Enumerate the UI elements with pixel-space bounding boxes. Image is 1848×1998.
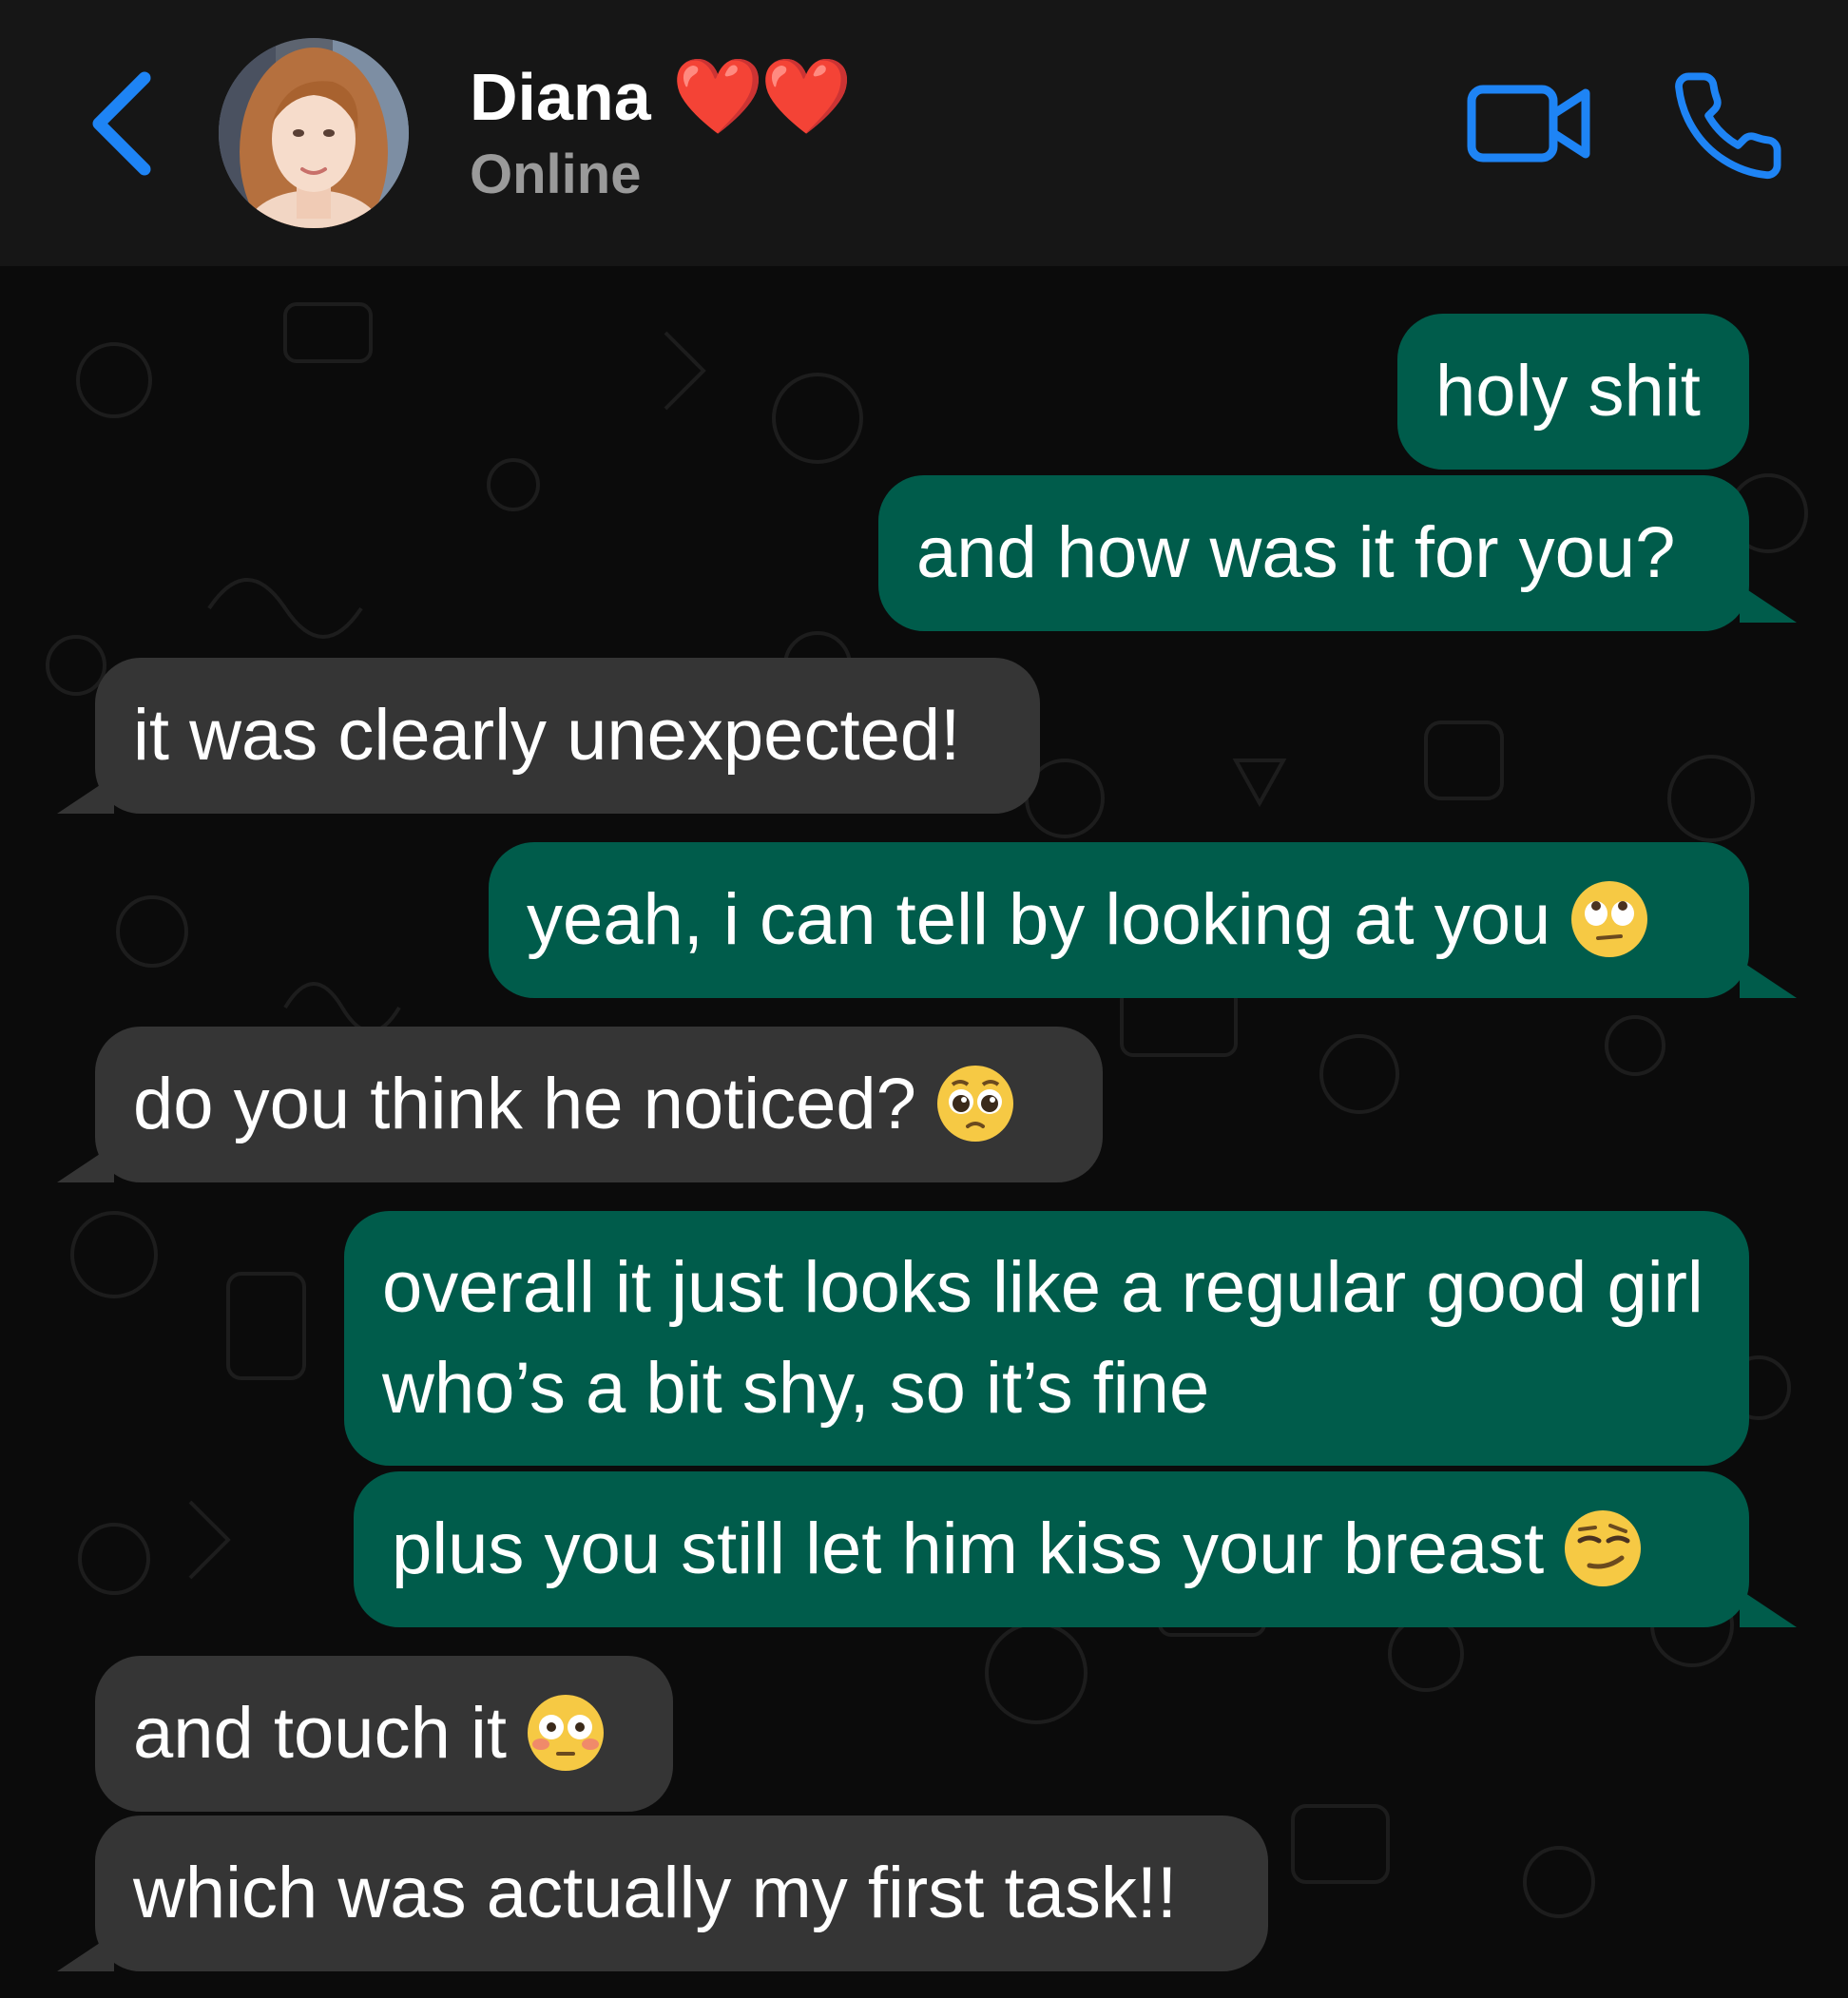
message-bubble-incoming[interactable]: which was actually my first task!!	[95, 1815, 1268, 1971]
message-text: yeah, i can tell by looking at you	[527, 879, 1551, 960]
flushed-face-icon	[524, 1691, 607, 1775]
face-with-rolling-eyes-icon	[1568, 877, 1651, 961]
avatar[interactable]	[219, 38, 409, 228]
message-bubble-outgoing[interactable]: plus you still let him kiss your breast	[354, 1471, 1749, 1627]
message-text: holy shit	[1435, 351, 1701, 432]
video-camera-icon	[1467, 85, 1590, 163]
message-text: plus you still let him kiss your breast	[392, 1508, 1545, 1589]
contact-status: Online	[470, 144, 642, 205]
phone-icon	[1675, 72, 1781, 180]
video-call-button[interactable]	[1464, 76, 1597, 171]
heart-emoji: ❤️❤️	[671, 54, 853, 140]
message-bubble-outgoing[interactable]: and how was it for you?	[878, 475, 1749, 631]
message-bubble-outgoing[interactable]: holy shit	[1397, 314, 1749, 470]
chevron-left-icon	[92, 71, 151, 176]
voice-call-button[interactable]	[1668, 67, 1787, 185]
bubble-tail	[57, 776, 114, 814]
smirking-face-icon	[1561, 1507, 1645, 1590]
message-bubble-outgoing[interactable]: overall it just looks like a regular goo…	[344, 1211, 1749, 1466]
chat-screen: Diana ❤️❤️ Online holy shit and how was …	[0, 0, 1848, 1998]
bubble-tail	[1740, 585, 1797, 623]
pleading-face-icon	[934, 1062, 1017, 1145]
bubble-tail	[1740, 1589, 1797, 1627]
message-text: overall it just looks like a regular goo…	[382, 1247, 1704, 1429]
contact-name: Diana	[470, 60, 651, 134]
message-text: and how was it for you?	[916, 512, 1676, 593]
message-text: do you think he noticed?	[133, 1064, 916, 1144]
message-text: and touch it	[133, 1693, 507, 1774]
message-bubble-incoming[interactable]: do you think he noticed?	[95, 1027, 1103, 1182]
bubble-tail	[1740, 960, 1797, 998]
message-bubble-outgoing[interactable]: yeah, i can tell by looking at you	[489, 842, 1749, 998]
bubble-tail	[57, 1933, 114, 1971]
contact-photo	[219, 38, 409, 228]
chat-header: Diana ❤️❤️ Online	[0, 0, 1848, 266]
message-text: it was clearly unexpected!	[133, 695, 961, 776]
message-bubble-incoming[interactable]: and touch it	[95, 1656, 673, 1812]
message-bubble-incoming[interactable]: it was clearly unexpected!	[95, 658, 1040, 814]
bubble-tail	[57, 1144, 114, 1182]
contact-title[interactable]: Diana ❤️❤️	[470, 49, 853, 144]
back-button[interactable]	[86, 67, 171, 181]
message-text: which was actually my first task!!	[133, 1853, 1178, 1933]
message-list[interactable]: holy shit and how was it for you? it was…	[0, 266, 1848, 1998]
